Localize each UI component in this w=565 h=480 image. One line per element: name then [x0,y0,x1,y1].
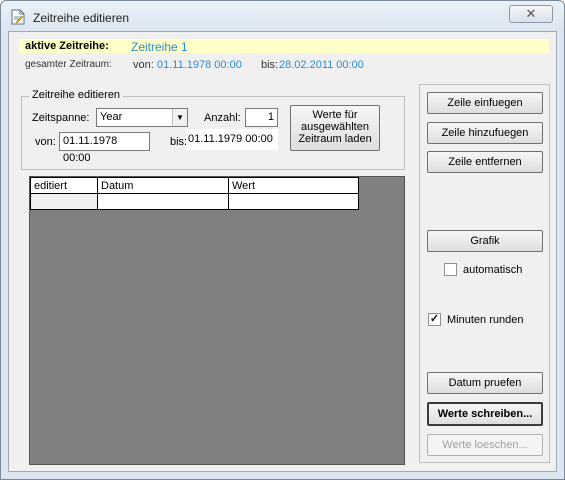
load-values-label-line2: ausgewählten [301,121,369,133]
insert-row-label: Zeile einfuegen [447,97,523,109]
load-values-button[interactable]: Werte für ausgewählten Zeitraum laden [290,105,380,151]
dialog-body: aktive Zeitreihe: Zeitreihe 1 gesamter Z… [8,31,557,472]
count-label: Anzahl: [204,112,241,124]
write-values-label: Werte schreiben... [437,408,533,420]
total-range-label: gesamter Zeitraum: [25,59,112,70]
insert-row-button[interactable]: Zeile einfuegen [427,92,543,114]
add-row-label: Zeile hinzufuegen [441,127,529,139]
count-value: 1 [267,111,274,123]
dialog-window: Zeitreihe editieren ✕ aktive Zeitreihe: … [0,0,565,480]
active-series-header: aktive Zeitreihe: Zeitreihe 1 gesamter Z… [9,32,556,78]
check-dates-button[interactable]: Datum pruefen [427,372,543,394]
auto-checkbox[interactable] [444,263,457,276]
remove-row-button[interactable]: Zeile entfernen [427,151,543,173]
to-date-value: 01.11.1979 00:00 [188,133,273,145]
table-cell-value[interactable] [228,193,359,210]
from-date-input[interactable]: 01.11.1978 00:00 [59,132,150,164]
table-row[interactable] [30,193,359,210]
group-title: Zeitreihe editieren [29,89,124,101]
load-values-label-line3: Zeitraum laden [298,133,372,145]
check-dates-label: Datum pruefen [448,377,522,389]
count-input[interactable]: 1 [245,108,278,127]
window-title: Zeitreihe editieren [33,11,130,25]
title-bar: Zeitreihe editieren ✕ [1,1,564,31]
column-header-date[interactable]: Datum [97,177,229,194]
write-values-button[interactable]: Werte schreiben... [427,402,543,426]
round-minutes-label: Minuten runden [447,314,524,326]
graph-label: Grafik [470,235,500,247]
span-select[interactable]: Year ▼ [96,108,188,127]
close-icon: ✕ [525,6,537,21]
document-edit-icon [11,9,25,25]
from-label: von: [35,136,56,148]
remove-row-label: Zeile entfernen [448,156,522,168]
to-date-value-box: 01.11.1979 00:00 [186,129,278,150]
column-header-value[interactable]: Wert [228,177,359,194]
table-header-row: editiert Datum Wert [30,177,359,194]
auto-checkbox-label: automatisch [463,264,523,276]
graph-button[interactable]: Grafik [427,230,543,252]
add-row-button[interactable]: Zeile hinzufuegen [427,122,543,144]
table-cell-date[interactable] [97,193,229,210]
delete-values-button[interactable]: Werte loeschen... [427,434,543,456]
close-button[interactable]: ✕ [509,5,553,23]
values-grid[interactable]: editiert Datum Wert [29,176,405,465]
values-table: editiert Datum Wert [30,177,359,210]
chevron-down-icon[interactable]: ▼ [172,109,187,126]
to-label: bis: [170,136,188,148]
total-from-label: von: [133,59,154,71]
span-label: Zeitspanne: [32,112,90,124]
column-header-edited[interactable]: editiert [30,177,98,194]
active-series-value: Zeitreihe 1 [131,40,188,54]
span-select-value: Year [100,111,123,123]
total-to-value: 28.02.2011 00:00 [279,59,364,71]
table-cell-edited[interactable] [30,193,98,210]
round-minutes-checkbox[interactable]: ✓ [428,313,441,326]
total-to-label: bis: [261,59,279,71]
total-from-value: 01.11.1978 00:00 [157,59,242,71]
delete-values-label: Werte loeschen... [442,439,528,451]
active-series-label: aktive Zeitreihe: [25,40,109,52]
check-icon: ✓ [429,313,440,325]
load-values-label-line1: Werte für [312,109,358,121]
